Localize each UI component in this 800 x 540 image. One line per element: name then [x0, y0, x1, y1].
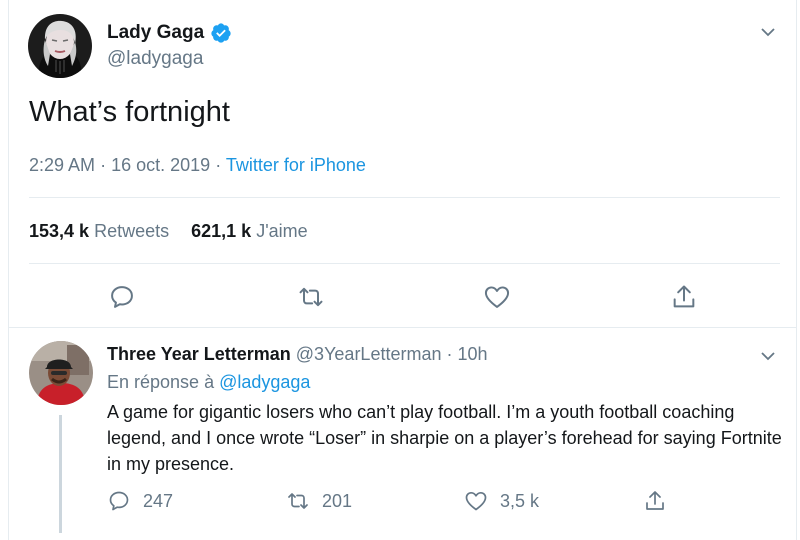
- tweet-time[interactable]: 2:29 AM: [29, 155, 95, 175]
- reply-author-handle[interactable]: @3YearLetterman: [296, 344, 442, 364]
- reply-retweet-count: 201: [322, 490, 353, 511]
- tweet-stats: 153,4 k Retweets 621,1 k J'aime: [29, 221, 308, 242]
- like-label: J'aime: [256, 221, 308, 241]
- like-count: 621,1 k: [191, 221, 252, 241]
- left-border: [8, 0, 9, 540]
- reply-reply-action[interactable]: 247: [107, 488, 173, 514]
- reply-retweet-action[interactable]: 201: [286, 488, 352, 514]
- like-icon: [464, 489, 488, 513]
- retweet-icon: [286, 489, 310, 513]
- verified-badge-icon: [210, 22, 232, 44]
- reply-separator: ·: [446, 344, 453, 364]
- retweet-icon[interactable]: [297, 283, 325, 311]
- section-separator: [9, 327, 796, 328]
- reply-reply-count: 247: [143, 490, 174, 511]
- author-name-text[interactable]: Lady Gaga: [107, 22, 204, 44]
- tweet-source-link[interactable]: Twitter for iPhone: [226, 155, 366, 175]
- replying-to: En réponse à @ladygaga: [107, 372, 310, 393]
- reply-text: A game for gigantic losers who can’t pla…: [107, 402, 782, 474]
- reply-icon: [107, 489, 131, 513]
- reply-icon[interactable]: [108, 283, 136, 311]
- right-border: [796, 0, 797, 540]
- author-name[interactable]: Lady Gaga: [107, 22, 232, 44]
- tweet-text: What’s fortnight: [29, 96, 230, 128]
- chevron-down-icon[interactable]: [758, 346, 778, 366]
- tweet-detail-view: Lady Gaga @ladygaga What’s fortnight 2:2…: [0, 0, 800, 540]
- share-icon: [643, 489, 667, 513]
- thread-line: [59, 415, 62, 533]
- replying-to-prefix: En réponse à: [107, 372, 215, 392]
- share-icon[interactable]: [670, 283, 698, 311]
- reply-like-action[interactable]: 3,5 k: [464, 488, 539, 514]
- author-avatar[interactable]: [28, 14, 92, 78]
- reply-timestamp[interactable]: 10h: [458, 344, 488, 364]
- author-handle[interactable]: @ladygaga: [107, 48, 203, 70]
- likes-stat[interactable]: 621,1 k J'aime: [191, 221, 308, 241]
- divider: [29, 197, 780, 198]
- divider: [29, 263, 780, 264]
- replying-to-mention[interactable]: @ladygaga: [219, 372, 310, 392]
- reply-author-avatar[interactable]: [29, 341, 93, 405]
- retweets-stat[interactable]: 153,4 k Retweets: [29, 221, 169, 241]
- meta-separator: ·: [215, 155, 222, 175]
- reply-header: Three Year Letterman @3YearLetterman · 1…: [107, 344, 488, 365]
- chevron-down-icon[interactable]: [758, 22, 778, 42]
- like-icon[interactable]: [483, 283, 511, 311]
- tweet-date[interactable]: 16 oct. 2019: [111, 155, 210, 175]
- tweet-meta: 2:29 AM · 16 oct. 2019 · Twitter for iPh…: [29, 155, 366, 176]
- retweet-count: 153,4 k: [29, 221, 90, 241]
- retweet-label: Retweets: [94, 221, 170, 241]
- reply-like-count: 3,5 k: [500, 490, 540, 511]
- reply-author-name[interactable]: Three Year Letterman: [107, 344, 291, 364]
- meta-separator: ·: [100, 155, 107, 175]
- reply-share-action[interactable]: [643, 488, 667, 514]
